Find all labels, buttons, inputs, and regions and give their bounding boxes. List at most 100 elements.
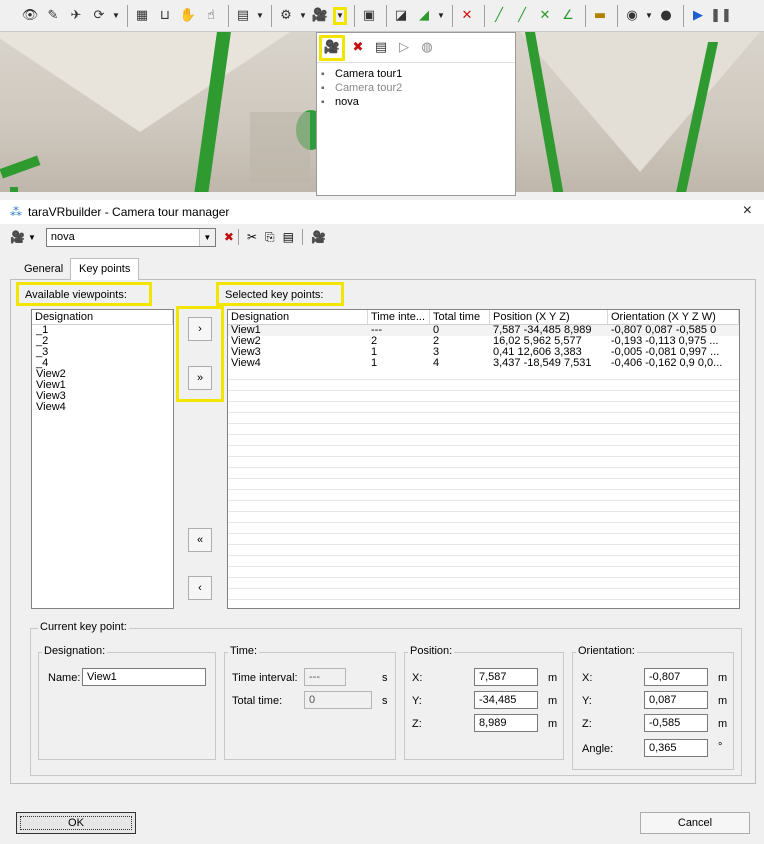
- selected-key-points-table[interactable]: Designation Time inte... Total time Posi…: [227, 309, 740, 609]
- chevron-down-icon[interactable]: ▼: [299, 11, 307, 20]
- fly-icon[interactable]: ✈: [66, 6, 86, 26]
- dialog-toolbar: 🎥 ▼ nova ▼ ✖ ✂ ⎘ ▤ 🎥: [0, 224, 764, 250]
- cube-icon[interactable]: ▣: [359, 6, 379, 26]
- copy-icon[interactable]: ⎘: [265, 230, 275, 245]
- remove-one-button[interactable]: ‹: [188, 576, 212, 600]
- list-item[interactable]: _3: [32, 347, 173, 358]
- delete-tour-icon[interactable]: ✖: [224, 230, 234, 244]
- cell: View2: [231, 336, 261, 347]
- camera-icon[interactable]: 🎥: [10, 230, 25, 244]
- camera-tour-item[interactable]: ▪ nova: [317, 95, 515, 109]
- toolbar-separator: [484, 4, 485, 27]
- list-item[interactable]: View4: [32, 402, 173, 413]
- cell: View3: [231, 347, 261, 358]
- chevron-down-icon[interactable]: ▼: [256, 11, 264, 20]
- position-y-input[interactable]: -34,485: [474, 691, 538, 709]
- pause-icon[interactable]: ❚❚: [710, 6, 732, 26]
- add-one-button[interactable]: ›: [188, 317, 212, 341]
- delete-icon[interactable]: ✕: [457, 6, 477, 26]
- chart-icon[interactable]: ◪: [391, 6, 411, 26]
- camera-tour-item[interactable]: ▪ Camera tour2: [317, 81, 515, 95]
- cut-icon[interactable]: ✂: [247, 230, 257, 244]
- camera-tour-item[interactable]: ▪ Camera tour1: [317, 67, 515, 81]
- orientation-x-unit: m: [718, 672, 728, 684]
- hand-icon[interactable]: ✋: [178, 6, 198, 26]
- cancel-button[interactable]: Cancel: [640, 812, 750, 834]
- column-header-designation[interactable]: Designation: [32, 310, 173, 324]
- line-icon[interactable]: ╱: [489, 6, 509, 26]
- name-label: Name:: [48, 672, 81, 684]
- new-camera-tour-button[interactable]: 🎥: [319, 34, 345, 61]
- paste-icon[interactable]: ▤: [283, 230, 294, 244]
- position-y-unit: m: [548, 695, 558, 707]
- tour-item-label: Camera tour2: [335, 82, 403, 94]
- add-all-button[interactable]: »: [188, 366, 212, 390]
- record-icon[interactable]: ●: [656, 6, 676, 26]
- orientation-x-input[interactable]: -0,807: [644, 668, 708, 686]
- signal-icon[interactable]: ◢: [414, 6, 434, 26]
- table-row[interactable]: View3 1 3 0,41 12,606 3,383 -0,005 -0,08…: [228, 347, 739, 358]
- play-icon[interactable]: ▶: [688, 6, 708, 26]
- angle-icon[interactable]: ∠: [558, 6, 578, 26]
- cell: 3: [433, 347, 440, 358]
- chevron-down-icon[interactable]: ▼: [112, 11, 120, 20]
- tab-general[interactable]: General: [18, 261, 69, 279]
- orientation-title: Orientation:: [576, 645, 637, 657]
- tour-select[interactable]: nova ▼: [45, 227, 216, 247]
- list-item[interactable]: _1: [32, 325, 173, 336]
- play-tour-icon[interactable]: ▷: [394, 38, 414, 58]
- texture-icon[interactable]: ▤: [233, 6, 253, 26]
- orientation-z-unit: m: [718, 718, 728, 730]
- list-item[interactable]: _2: [32, 336, 173, 347]
- column-header-position[interactable]: Position (X Y Z): [490, 310, 608, 324]
- camera-icon[interactable]: 🎥: [311, 230, 326, 244]
- table-row[interactable]: View1 --- 0 7,587 -34,485 8,989 -0,807 0…: [228, 325, 739, 336]
- cross-line-icon[interactable]: ✕: [535, 6, 555, 26]
- orientation-z-input[interactable]: -0,585: [644, 714, 708, 732]
- time-title: Time:: [228, 645, 260, 657]
- table-row[interactable]: View4 1 4 3,437 -18,549 7,531 -0,406 -0,…: [228, 358, 739, 369]
- chevron-down-icon[interactable]: ▼: [437, 11, 445, 20]
- column-header-time-interval[interactable]: Time inte...: [368, 310, 430, 324]
- close-icon[interactable]: ×: [743, 202, 752, 220]
- tab-key-points[interactable]: Key points: [70, 258, 140, 280]
- pan-icon[interactable]: ☝: [201, 6, 221, 26]
- settings-icon[interactable]: ⚙: [276, 6, 296, 26]
- delete-tour-icon[interactable]: ✖: [348, 38, 368, 58]
- name-input[interactable]: View1: [82, 668, 206, 686]
- edit-tour-icon[interactable]: ▤: [371, 38, 391, 58]
- angle-input[interactable]: 0,365: [644, 739, 708, 757]
- chevron-down-icon[interactable]: ▼: [645, 11, 653, 20]
- viewpoint-icon[interactable]: ◉: [622, 6, 642, 26]
- time-interval-input[interactable]: ---: [304, 668, 346, 686]
- position-z-input[interactable]: 8,989: [474, 714, 538, 732]
- cell: ---: [371, 325, 382, 336]
- angle-label: Angle:: [582, 743, 614, 755]
- total-time-input[interactable]: 0: [304, 691, 372, 709]
- rotate-icon[interactable]: ⟳: [89, 6, 109, 26]
- table-row[interactable]: View2 2 2 16,02 5,962 5,577 -0,193 -0,11…: [228, 336, 739, 347]
- line-icon[interactable]: ╱: [512, 6, 532, 26]
- orientation-y-input[interactable]: 0,087: [644, 691, 708, 709]
- camera-tour-dropdown-button[interactable]: ▼: [333, 6, 347, 25]
- cell: 7,587 -34,485 8,989: [493, 325, 592, 336]
- position-x-input[interactable]: 7,587: [474, 668, 538, 686]
- ruler-icon[interactable]: ⊔: [155, 6, 175, 26]
- remove-all-button[interactable]: «: [188, 528, 212, 552]
- grid-icon[interactable]: ▦: [132, 6, 152, 26]
- record-tour-icon[interactable]: ◍: [417, 38, 437, 58]
- toolbar-separator: [354, 4, 355, 27]
- camera-tour-panel: 🎥 ✖ ▤ ▷ ◍ ▪ Camera tour1 ▪ Camera tour2 …: [316, 32, 516, 196]
- eye-icon[interactable]: 👁: [20, 6, 40, 26]
- ok-button[interactable]: OK: [16, 812, 136, 834]
- measure-icon[interactable]: ▬: [590, 6, 610, 26]
- chevron-down-icon[interactable]: ▼: [198, 228, 215, 246]
- chevron-down-icon[interactable]: ▼: [28, 233, 36, 242]
- column-header-orientation[interactable]: Orientation (X Y Z W): [608, 310, 739, 324]
- walk-icon[interactable]: ✎: [43, 6, 63, 26]
- camera-icon[interactable]: 🎥: [310, 6, 330, 26]
- available-viewpoints-list[interactable]: Designation _1 _2 _3 _4 View2 View1 View…: [31, 309, 174, 609]
- column-header-designation[interactable]: Designation: [228, 310, 368, 324]
- column-header-total-time[interactable]: Total time: [430, 310, 490, 324]
- green-beam: [10, 187, 18, 192]
